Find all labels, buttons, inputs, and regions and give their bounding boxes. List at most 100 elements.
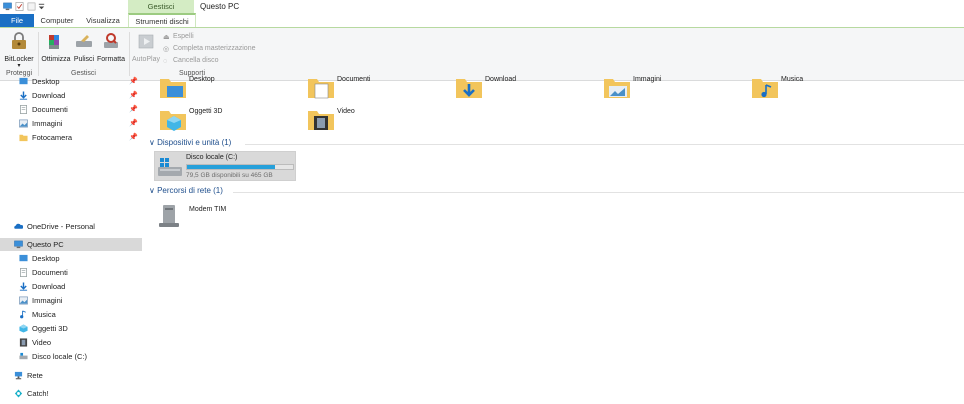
customize-qat-icon[interactable] [37,2,46,11]
bitlocker-label: BitLocker [4,56,34,63]
ottimizza-button[interactable]: Ottimizza [40,32,72,63]
nav-item-onedrive[interactable]: OneDrive - Personal [0,220,142,233]
pictures-folder-icon [604,79,630,98]
nav-item-pc-desktop[interactable]: Desktop [0,252,142,265]
section-header-percorsi-rete[interactable]: ∨ Percorsi di rete (1) [149,186,223,195]
folder-icon [19,134,28,142]
folder-label: Immagini [633,76,662,83]
new-folder-icon[interactable] [27,2,36,11]
burn-disc-icon: ◎ [163,46,170,53]
folder-video[interactable]: Video [307,108,447,136]
nav-item-pc-download[interactable]: Download [0,280,142,293]
nav-item-questo-pc[interactable]: Questo PC [0,238,142,251]
formatta-label: Formatta [96,56,125,63]
download-folder-icon [456,79,482,98]
nav-item-pc-immagini[interactable]: Immagini [0,294,142,307]
pin-icon[interactable]: 📌 [129,103,138,116]
ribbon: BitLocker ▾ Ottimizza Pulisci Formatta A… [0,28,964,81]
folder-label: Video [337,108,355,115]
completa-masterizzazione-button[interactable]: ◎ Completa masterizzazione [163,44,255,54]
autoplay-label: AutoPlay [131,56,161,63]
folder-musica[interactable]: Musica [751,76,891,104]
nav-item-quick-immagini[interactable]: Immagini 📌 [0,117,142,130]
drive-icon [158,158,182,176]
chevron-down-icon: ∨ [149,138,155,147]
pictures-icon [19,296,28,305]
nav-item-label: Oggetti 3D [32,324,68,333]
tab-computer[interactable]: Computer [37,14,77,28]
computer-icon[interactable] [3,2,12,11]
documents-folder-icon [308,79,334,99]
context-group-gestisci: Gestisci [128,0,194,14]
onedrive-icon [14,223,23,229]
folder-label: Musica [781,76,804,83]
drive-free-space: 79,5 GB disponibili su 465 GB [186,172,273,179]
drive-name: Disco locale (C:) [186,154,238,161]
nav-item-rete[interactable]: Rete [0,369,142,382]
folder-desktop[interactable]: Desktop [159,76,299,104]
objects-3d-folder-icon [160,111,186,131]
folder-download[interactable]: Download [455,76,595,104]
network-location-modem-tim[interactable]: Modem TIM [159,204,299,232]
nav-item-quick-download[interactable]: Download 📌 [0,89,142,102]
section-divider [245,144,964,145]
pin-icon[interactable]: 📌 [129,117,138,130]
nav-item-catch[interactable]: Catch! [0,387,142,400]
documents-icon [20,268,27,277]
folder-oggetti-3d[interactable]: Oggetti 3D [159,108,299,136]
title-bar: Gestisci Questo PC [0,0,964,14]
nav-item-pc-oggetti-3d[interactable]: Oggetti 3D [0,322,142,335]
bitlocker-icon [12,32,26,49]
folder-label: Desktop [189,76,215,83]
drive-usage-fill [187,165,275,169]
section-title: Percorsi di rete (1) [157,186,223,195]
pictures-icon [19,119,28,128]
format-icon [104,33,118,48]
bitlocker-button[interactable]: BitLocker ▾ [3,32,35,69]
pulisci-button[interactable]: Pulisci [72,32,96,63]
drive-disco-locale-c[interactable]: Disco locale (C:) 79,5 GB disponibili su… [154,151,296,181]
desktop-icon [19,254,28,262]
nav-item-quick-desktop[interactable]: Desktop 📌 [0,75,142,88]
nav-item-pc-video[interactable]: Video [0,336,142,349]
nav-item-quick-documenti[interactable]: Documenti 📌 [0,103,142,116]
chevron-down-icon: ∨ [149,186,155,195]
catch-icon [14,389,23,398]
cancella-disco-button[interactable]: ◌ Cancella disco [163,56,219,66]
espelli-button[interactable]: ⏏ Espelli [163,32,194,42]
nav-item-pc-musica[interactable]: Musica [0,308,142,321]
nav-item-quick-fotocamera[interactable]: Fotocamera 📌 [0,131,142,144]
window-title: Questo PC [200,2,240,11]
folder-label: Oggetti 3D [189,108,223,115]
nav-item-label: Catch! [27,389,49,398]
nav-item-pc-disco-c[interactable]: Disco locale (C:) [0,350,142,363]
folder-documenti[interactable]: Documenti [307,76,447,104]
pin-icon[interactable]: 📌 [129,75,138,88]
download-icon [19,282,28,291]
erase-disc-icon: ◌ [163,58,168,65]
folder-immagini[interactable]: Immagini [603,76,743,104]
download-icon [19,91,28,100]
drive-usage-bar [186,164,294,170]
dropdown-arrow-icon: ▾ [17,63,21,69]
section-header-dispositivi[interactable]: ∨ Dispositivi e unità (1) [149,138,231,147]
properties-icon[interactable] [15,2,24,11]
computer-icon [14,240,23,249]
nav-item-pc-documenti[interactable]: Documenti [0,266,142,279]
network-item-label: Modem TIM [189,206,227,213]
nav-item-label: Video [32,338,52,347]
nav-item-label: Immagini [32,296,63,305]
pin-icon[interactable]: 📌 [129,89,138,102]
nav-item-label: Rete [27,371,43,380]
pin-icon[interactable]: 📌 [129,131,138,144]
cancella-label: Cancella disco [173,57,219,64]
content-pane: Desktop Documenti Download Immagini Musi… [145,76,964,404]
drive-icon [19,352,28,360]
autoplay-button[interactable]: AutoPlay [131,32,161,63]
tab-file[interactable]: File [0,14,34,28]
pulisci-label: Pulisci [73,56,95,63]
section-divider [233,192,964,193]
formatta-button[interactable]: Formatta [96,32,126,63]
tab-visualizza[interactable]: Visualizza [84,14,122,28]
nav-item-label: Download [32,91,66,100]
